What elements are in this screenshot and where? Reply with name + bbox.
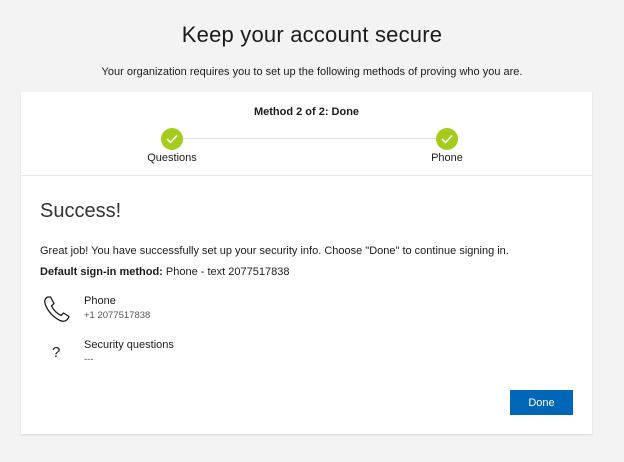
phone-icon: [44, 296, 70, 322]
method-name-security-questions: Security questions: [84, 339, 174, 351]
method-detail-phone: +1 2077517838: [84, 310, 151, 321]
default-method-line: Default sign-in method: Phone - text 207…: [40, 266, 289, 278]
setup-card: Method 2 of 2: Done Questions Phone Succ…: [21, 92, 592, 434]
question-mark-icon: ?: [52, 344, 61, 361]
default-method-label: Default sign-in method:: [40, 266, 163, 278]
default-method-value: Phone - text 2077517838: [162, 266, 290, 278]
step-phone-label: Phone: [431, 152, 463, 164]
success-message: Great job! You have successfully set up …: [40, 245, 509, 257]
method-progress-label: Method 2 of 2: Done: [253, 106, 360, 118]
method-detail-security-questions: ---: [84, 354, 94, 365]
method-row-phone: Phone +1 2077517838: [40, 294, 340, 328]
method-name-phone: Phone: [84, 295, 116, 307]
method-row-security-questions: ? Security questions ---: [40, 338, 340, 372]
progress-track: [172, 138, 448, 139]
step-questions-label: Questions: [147, 152, 197, 164]
page-title: Keep your account secure: [181, 22, 443, 47]
progress-stepper: Method 2 of 2: Done Questions Phone: [21, 92, 592, 176]
step-questions-checkmark-icon: [161, 128, 183, 150]
page-subtitle: Your organization requires you to set up…: [101, 66, 523, 78]
checkmark-icon: [441, 134, 453, 144]
done-button[interactable]: Done: [510, 390, 573, 415]
success-title: Success!: [40, 200, 122, 222]
step-phone-checkmark-icon: [436, 128, 458, 150]
checkmark-icon: [166, 134, 178, 144]
